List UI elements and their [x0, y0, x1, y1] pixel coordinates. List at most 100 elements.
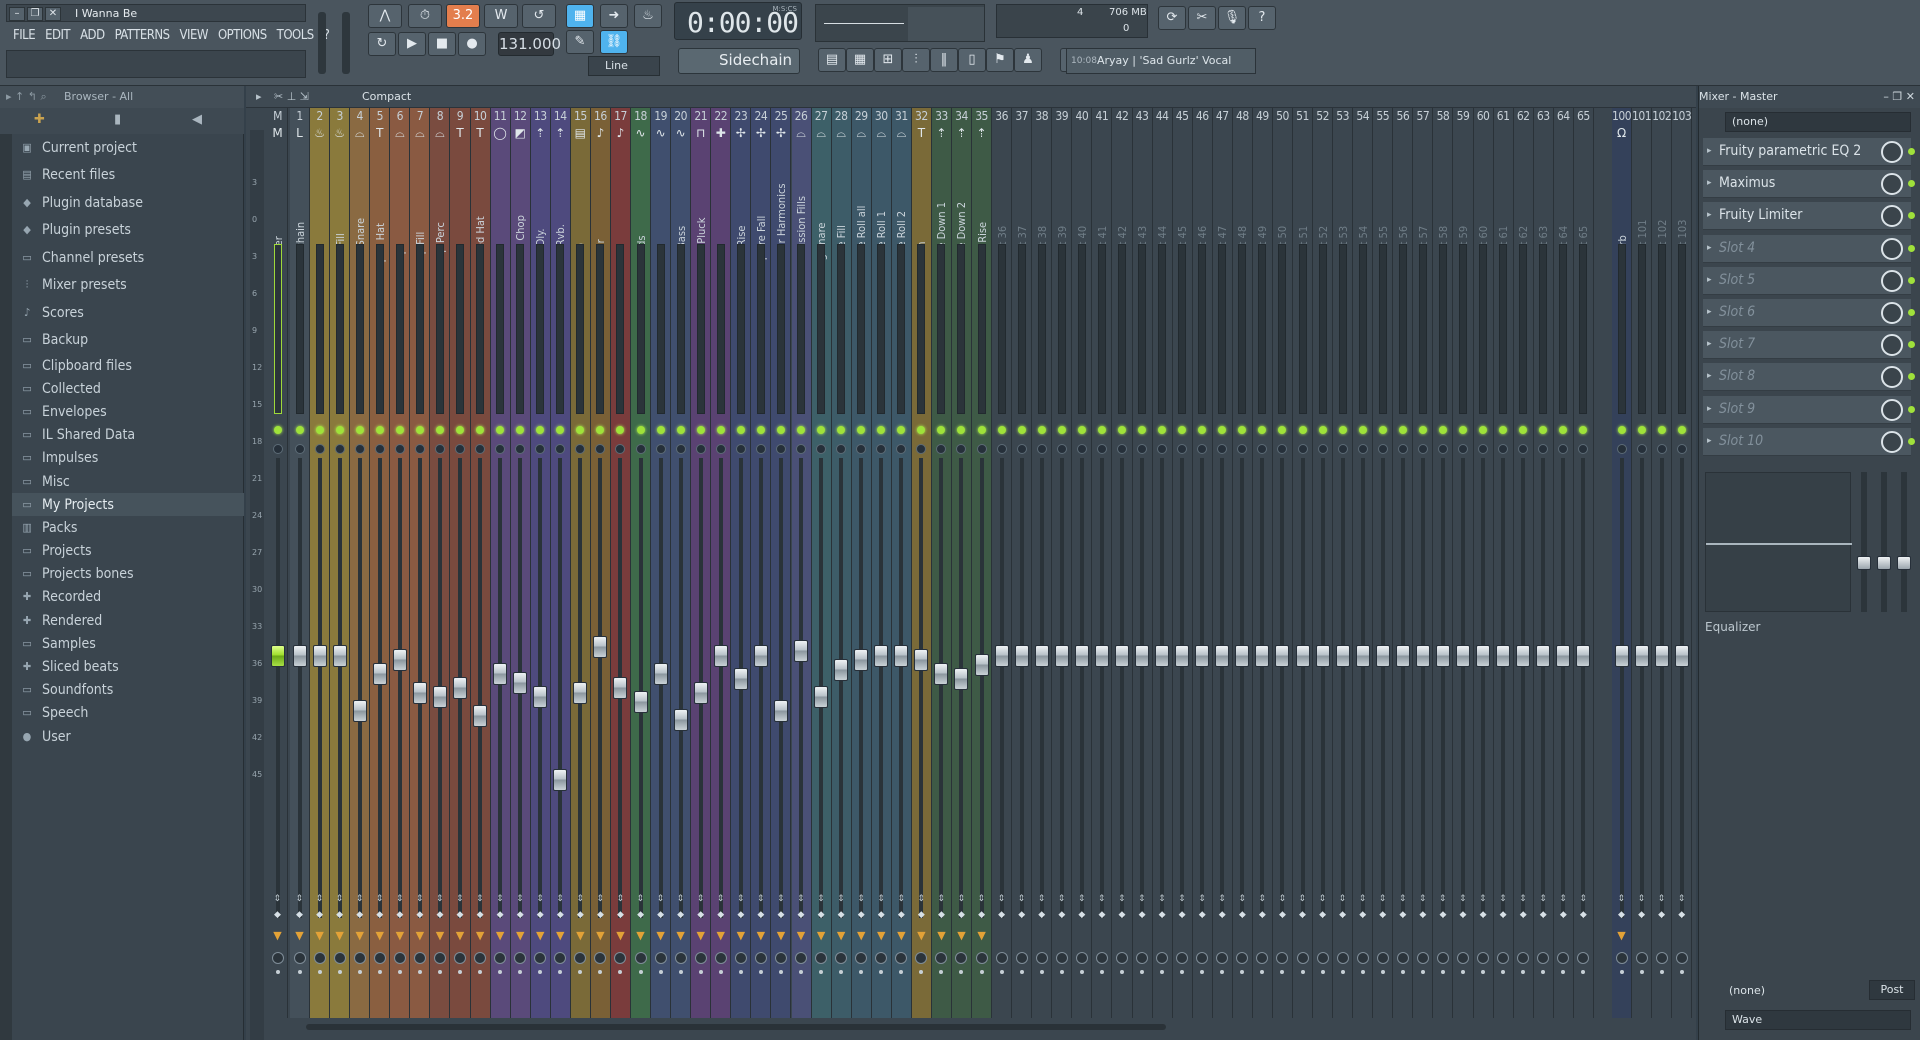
track-knob[interactable] [1437, 444, 1448, 454]
track-knob[interactable] [796, 444, 807, 454]
volume-fader[interactable] [1375, 644, 1390, 667]
pan-knob[interactable] [714, 952, 727, 964]
track-knob[interactable] [595, 444, 606, 454]
expand-icon[interactable]: ▸ [1707, 404, 1712, 414]
track-enable-led[interactable] [1037, 426, 1046, 434]
fader-track[interactable] [758, 458, 763, 918]
pan-knob[interactable] [1477, 952, 1490, 964]
track-enable-led[interactable] [1238, 426, 1247, 434]
track-knob[interactable] [1518, 444, 1529, 454]
record-arm-icon[interactable]: ▼ [876, 930, 886, 942]
mixer-track[interactable]: 6⌓Clap⇕◆▼ [390, 108, 411, 1018]
plugin-picker-icon[interactable]: ▯ [958, 48, 986, 72]
browser-item[interactable]: ▭ Channel presets [12, 244, 244, 272]
fader-track[interactable] [1541, 458, 1546, 918]
browser-scrollbar[interactable] [0, 134, 12, 1040]
fader-track[interactable] [1501, 458, 1506, 918]
volume-fader[interactable] [553, 769, 568, 791]
expand-icon[interactable]: ▸ [1707, 307, 1712, 317]
pan-knob[interactable] [1136, 952, 1149, 964]
expand-icon[interactable]: ▸ [1707, 275, 1712, 285]
track-enable-led[interactable] [877, 426, 886, 434]
input-selector[interactable]: (none) [1725, 112, 1911, 132]
route-dot[interactable] [999, 970, 1004, 974]
menu-options[interactable]: OPTIONS [213, 26, 272, 46]
route-arrows-icon[interactable]: ⇕ [336, 894, 344, 904]
fader-track[interactable] [1400, 458, 1405, 918]
track-enable-led[interactable] [1657, 426, 1666, 434]
mixer-track[interactable]: 19∿Pad⇕◆▼ [651, 108, 672, 1018]
route-dot[interactable] [1420, 970, 1425, 974]
stereo-sep-icon[interactable]: ◆ [574, 910, 586, 920]
browser-item[interactable]: ▭ Clipboard files [12, 354, 244, 377]
track-enable-led[interactable] [476, 426, 485, 434]
pan-knob[interactable] [634, 952, 647, 964]
route-dot[interactable] [518, 970, 523, 974]
pan-knob[interactable] [393, 952, 406, 964]
track-knob[interactable] [475, 444, 486, 454]
route-dot[interactable] [979, 970, 984, 974]
effect-slot[interactable]: ▸ Maximus [1703, 170, 1915, 199]
route-dot[interactable] [1240, 970, 1245, 974]
route-dot[interactable] [1059, 970, 1064, 974]
route-arrows-icon[interactable]: ⇕ [1519, 894, 1527, 904]
track-enable-led[interactable] [1378, 426, 1387, 434]
route-arrows-icon[interactable]: ⇕ [536, 894, 544, 904]
fader-track[interactable] [799, 458, 804, 918]
route-dot[interactable] [1300, 970, 1305, 974]
fader-track[interactable] [598, 458, 603, 918]
route-dot[interactable] [417, 970, 422, 974]
track-knob[interactable] [1357, 444, 1368, 454]
news-ticker[interactable]: 10:08 Aryay | 'Sad Gurlz' Vocal [1066, 48, 1256, 74]
help-icon[interactable]: ? [1248, 6, 1276, 30]
record-arm-icon[interactable]: ▼ [273, 930, 283, 942]
pan-knob[interactable] [1517, 952, 1530, 964]
track-knob[interactable] [936, 444, 947, 454]
route-dot[interactable] [1679, 970, 1684, 974]
record-arm-icon[interactable]: ▼ [595, 930, 605, 942]
stereo-sep-icon[interactable]: ◆ [1656, 910, 1668, 920]
pan-knob[interactable] [1655, 952, 1668, 964]
stereo-sep-icon[interactable]: ◆ [815, 910, 827, 920]
pan-knob[interactable] [413, 952, 426, 964]
route-dot[interactable] [919, 970, 924, 974]
slot-enable-led[interactable] [1908, 180, 1915, 188]
route-arrows-icon[interactable]: ⇕ [717, 894, 725, 904]
route-arrows-icon[interactable]: ⇕ [797, 894, 805, 904]
route-arrows-icon[interactable]: ⇕ [1278, 894, 1286, 904]
route-dot[interactable] [839, 970, 844, 974]
pan-knob[interactable] [271, 952, 284, 964]
stereo-sep-icon[interactable]: ◆ [875, 910, 887, 920]
mixer-track[interactable]: 58Insert 58⇕◆ [1433, 108, 1454, 1018]
route-dot[interactable] [738, 970, 743, 974]
route-dot[interactable] [1460, 970, 1465, 974]
route-arrows-icon[interactable]: ⇕ [296, 894, 304, 904]
route-arrows-icon[interactable]: ⇕ [1058, 894, 1066, 904]
link-icon[interactable]: ⛓ [600, 30, 628, 54]
browser-item[interactable]: ▭ Misc [12, 470, 244, 493]
route-dot[interactable] [498, 970, 503, 974]
record-arm-icon[interactable]: ▼ [796, 930, 806, 942]
expand-icon[interactable]: ▸ [1707, 339, 1712, 349]
fader-track[interactable] [839, 458, 844, 918]
slot-enable-led[interactable] [1908, 373, 1915, 381]
draw-icon[interactable]: ✎ [566, 30, 594, 54]
browser-item[interactable]: ▭ Backup [12, 327, 244, 355]
track-knob[interactable] [1538, 444, 1549, 454]
track-knob[interactable] [434, 444, 445, 454]
fader-track[interactable] [1380, 458, 1385, 918]
browser-item[interactable]: ✚ Rendered [12, 609, 244, 632]
route-dot[interactable] [799, 970, 804, 974]
fader-track[interactable] [1460, 458, 1465, 918]
volume-fader[interactable] [332, 644, 347, 667]
effect-slot[interactable]: ▸ Slot 4 [1703, 234, 1915, 263]
track-knob[interactable] [555, 444, 566, 454]
route-dot[interactable] [1320, 970, 1325, 974]
route-arrows-icon[interactable]: ⇕ [897, 894, 905, 904]
route-dot[interactable] [1541, 970, 1546, 974]
pattern-song-icon[interactable]: ⋀ [368, 4, 402, 28]
track-enable-led[interactable] [1057, 426, 1066, 434]
volume-fader[interactable] [1315, 644, 1330, 667]
mixer-track[interactable]: 24 ✢ Square Fall ⇕ ◆ ▼ [751, 108, 772, 1018]
route-dot[interactable] [1099, 970, 1104, 974]
